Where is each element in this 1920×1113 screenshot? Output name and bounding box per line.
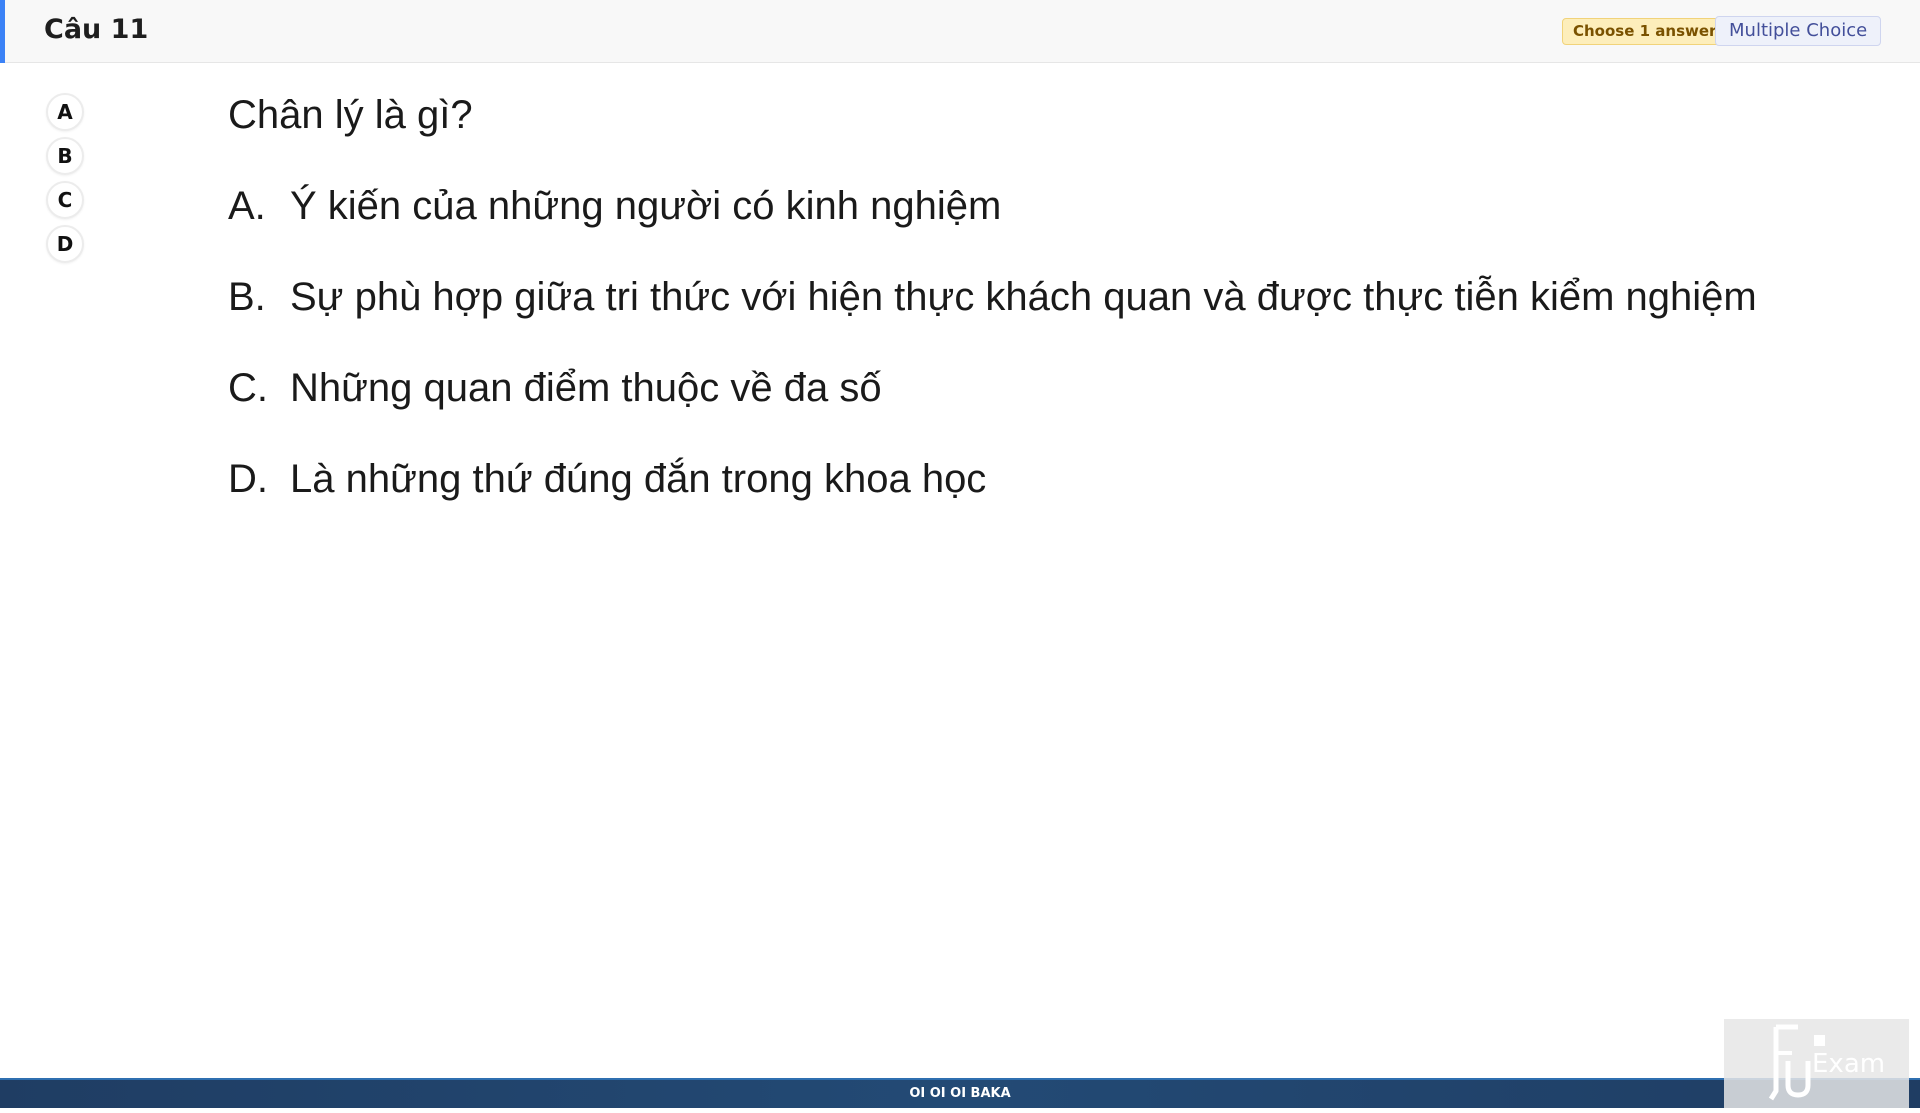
answer-a-text: Ý kiến của những người có kinh nghiệm	[290, 184, 1002, 228]
answer-c-letter: C.	[228, 366, 268, 410]
option-d-button[interactable]: D	[46, 225, 84, 263]
answer-options: A B C D	[46, 93, 84, 269]
answer-c-text: Những quan điểm thuộc về đa số	[290, 366, 882, 410]
choose-answer-badge: Choose 1 answer	[1562, 18, 1728, 45]
answer-a: A. Ý kiến của những người có kinh nghiệm	[228, 181, 1788, 272]
answer-b: B. Sự phù hợp giữa tri thức với hiện thực…	[228, 272, 1788, 363]
footer-text: OI OI OI BAKA	[909, 1086, 1011, 1101]
option-b-button[interactable]: B	[46, 137, 84, 175]
question-content: Chân lý là gì? A. Ý kiến của những người …	[228, 90, 1788, 545]
footer-bar: OI OI OI BAKA	[0, 1078, 1920, 1108]
fu-exam-logo-icon: Exam	[1724, 1019, 1909, 1108]
answer-c: C. Những quan điểm thuộc về đa số	[228, 363, 1788, 454]
logo-text: Exam	[1812, 1049, 1885, 1079]
answer-d-letter: D.	[228, 457, 268, 501]
question-text: Chân lý là gì?	[228, 93, 473, 137]
answer-a-letter: A.	[228, 184, 266, 228]
fu-exam-logo-svg: Exam	[1768, 1024, 1885, 1101]
option-a-button[interactable]: A	[46, 93, 84, 131]
header-accent-bar	[0, 0, 5, 63]
question-title: Câu 11	[44, 14, 149, 45]
option-c-button[interactable]: C	[46, 181, 84, 219]
answer-b-letter: B.	[228, 275, 266, 319]
answer-d: D. Là những thứ đúng đắn trong khoa học	[228, 454, 1788, 545]
question-header: Câu 11 Choose 1 answer Multiple Choice	[0, 0, 1920, 63]
answer-b-text: Sự phù hợp giữa tri thức với hiện thực k…	[290, 275, 1757, 319]
answer-d-text: Là những thứ đúng đắn trong khoa học	[290, 457, 987, 501]
question-type-badge: Multiple Choice	[1715, 16, 1882, 46]
